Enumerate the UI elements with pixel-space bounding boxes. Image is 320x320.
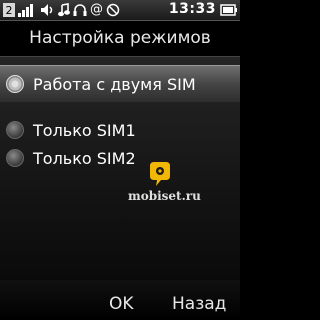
line-2-icon: 2	[3, 3, 15, 17]
mobiset-logo-icon	[150, 162, 170, 186]
ok-softkey[interactable]: OK	[109, 294, 134, 314]
watermark-text: mobiset.ru	[128, 189, 201, 203]
radio-off-icon	[6, 121, 24, 139]
silent-icon	[106, 3, 120, 17]
headset-icon	[73, 4, 87, 16]
page-title: Настройка режимов	[29, 28, 211, 48]
line-number: 2	[6, 4, 13, 17]
radio-off-icon	[6, 149, 24, 167]
status-bar: 2 @ 13:33	[0, 0, 240, 21]
radio-on-icon	[6, 75, 24, 93]
at-icon: @	[90, 2, 103, 17]
clock: 13:33	[168, 1, 216, 17]
battery-icon	[220, 4, 237, 16]
option-label: Работа с двумя SIM	[33, 74, 196, 94]
option-label: Только SIM1	[33, 120, 136, 140]
option-dual-sim[interactable]: Работа с двумя SIM	[0, 65, 240, 103]
music-note-icon	[58, 3, 70, 17]
softkey-bar: OK Назад	[0, 280, 240, 320]
mode-list: Работа с двумя SIM Только SIM1 Только SI…	[0, 56, 240, 281]
sound-icon	[41, 4, 53, 16]
back-softkey[interactable]: Назад	[172, 294, 226, 314]
watermark: mobiset.ru	[128, 161, 218, 211]
signal-icon	[18, 4, 33, 17]
option-sim1-only[interactable]: Только SIM1	[0, 115, 240, 145]
option-label: Только SIM2	[33, 148, 136, 168]
